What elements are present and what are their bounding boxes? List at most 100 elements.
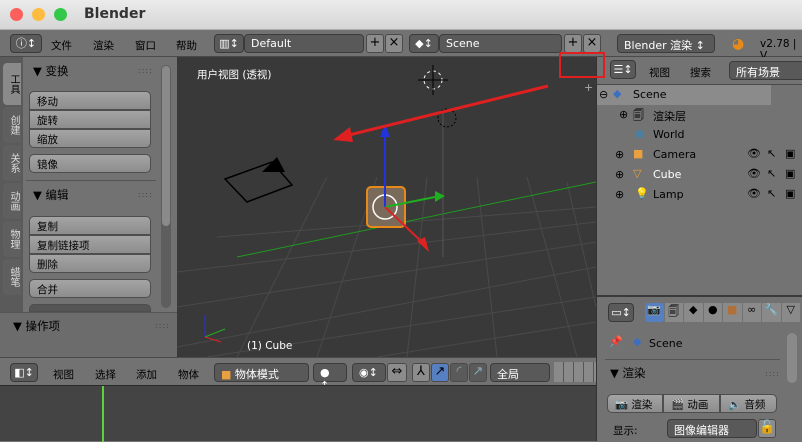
display-mode-select[interactable]: 所有场景 xyxy=(729,61,802,80)
add-scene-button[interactable]: + xyxy=(564,34,582,53)
delete-button[interactable]: 删除 xyxy=(29,254,151,273)
select-cursor-icon[interactable]: ↖ xyxy=(767,187,776,200)
drag-handle-icon[interactable]: :::: xyxy=(138,66,153,75)
tab-physics[interactable]: 物理 xyxy=(3,221,21,257)
render-engine-select[interactable]: Blender 渲染 ↕ xyxy=(617,34,715,53)
select-cursor-icon[interactable]: ↖ xyxy=(767,147,776,160)
lamp-object xyxy=(437,108,457,128)
maximize-window-button[interactable] xyxy=(54,8,67,21)
render-camera-icon[interactable]: ▣ xyxy=(785,147,795,160)
transform-panel-header[interactable]: ▼ 变换 xyxy=(33,63,69,79)
outliner-item-camera[interactable]: ⊕ ■ Camera 👁 ↖ ▣ xyxy=(597,145,802,165)
render-layers-tab-icon[interactable]: 🗐 xyxy=(664,303,683,322)
mirror-button[interactable]: 镜像 xyxy=(29,154,151,173)
drag-handle-icon[interactable]: :::: xyxy=(138,190,153,199)
pivot-select[interactable]: ◉↕ xyxy=(352,363,386,382)
mode-select[interactable]: ■ 物体模式 xyxy=(214,363,309,382)
3d-viewport[interactable]: 用户视图 (透视) (1) Cube + xyxy=(177,57,596,357)
object-label: (1) Cube xyxy=(247,340,293,352)
menu-view[interactable]: 视图 xyxy=(53,367,74,382)
tab-relations[interactable]: 关系 xyxy=(3,145,21,181)
outliner-item-renderlayers[interactable]: ⊕ 🗐 渲染层 xyxy=(597,105,802,125)
visibility-eye-icon[interactable]: 👁 xyxy=(747,187,761,200)
animation-button[interactable]: 🎬 动画 xyxy=(663,394,720,413)
tab-create[interactable]: 创建 xyxy=(3,107,21,143)
constraints-tab-icon[interactable]: ∞ xyxy=(742,303,761,322)
manipulator-scale-icon[interactable]: ↗ xyxy=(469,363,487,382)
scale-button[interactable]: 缩放 xyxy=(29,129,151,148)
display-select[interactable]: 图像编辑器 xyxy=(667,419,757,438)
tool-shelf-scrollbar[interactable] xyxy=(161,65,171,308)
remove-scene-button[interactable]: × xyxy=(583,34,601,53)
outliner-item-world[interactable]: ● World xyxy=(597,125,802,145)
orientation-select[interactable]: 全局 xyxy=(490,363,550,382)
outliner-editor-type-icon[interactable]: ☰↕ xyxy=(610,60,636,79)
scene-field[interactable]: Scene xyxy=(439,34,562,53)
outliner-menu-view[interactable]: 视图 xyxy=(649,65,670,80)
minimize-window-button[interactable] xyxy=(32,8,45,21)
properties-scrollbar[interactable] xyxy=(787,333,797,383)
render-tab-camera-icon[interactable]: 📷 xyxy=(645,303,664,322)
timeline[interactable] xyxy=(0,385,596,442)
manipulator-move-icon[interactable]: ↗ xyxy=(431,363,449,382)
menu-help[interactable]: 帮助 xyxy=(176,38,197,53)
visibility-eye-icon[interactable]: 👁 xyxy=(747,167,761,180)
tab-grease-pencil[interactable]: 蜡笔 xyxy=(3,259,21,295)
outliner-item-lamp[interactable]: ⊕ 💡 Lamp 👁 ↖ ▣ xyxy=(597,185,802,205)
rotate-button[interactable]: 旋转 xyxy=(29,110,151,129)
select-cursor-icon[interactable]: ↖ xyxy=(767,167,776,180)
scene-icon[interactable]: ◆↕ xyxy=(409,34,439,53)
menu-select[interactable]: 选择 xyxy=(95,367,116,382)
render-camera-icon[interactable]: ▣ xyxy=(785,187,795,200)
render-camera-icon[interactable]: ▣ xyxy=(785,167,795,180)
manipulator-translate-icon[interactable]: ⅄ xyxy=(412,363,430,382)
outliner-menu-search[interactable]: 搜索 xyxy=(690,65,711,80)
manipulator-toggle[interactable]: ⇔ xyxy=(387,363,407,382)
visibility-eye-icon[interactable]: 👁 xyxy=(747,147,761,160)
menu-render[interactable]: 渲染 xyxy=(93,38,114,53)
move-button[interactable]: 移动 xyxy=(29,91,151,110)
current-frame-cursor[interactable] xyxy=(102,386,104,442)
edit-panel-header[interactable]: ▼ 编辑 xyxy=(33,187,69,203)
operator-panel-header: ▼ 操作项 xyxy=(13,319,60,333)
editor-type-icon[interactable]: ◧↕ xyxy=(10,363,38,382)
drag-handle-icon[interactable]: :::: xyxy=(155,321,170,330)
remove-layout-button[interactable]: × xyxy=(385,34,403,53)
object-tab-icon[interactable]: ■ xyxy=(723,303,742,322)
tab-animation[interactable]: 动画 xyxy=(3,183,21,219)
item-label: Lamp xyxy=(653,188,684,201)
add-layout-button[interactable]: + xyxy=(366,34,384,53)
shading-select[interactable]: ● ↕ xyxy=(313,363,347,392)
close-window-button[interactable] xyxy=(10,8,23,21)
world-tab-icon[interactable]: ● xyxy=(703,303,722,322)
x-axis-line xyxy=(236,181,596,258)
outliner-item-cube[interactable]: ⊕ ▽ Cube 👁 ↖ ▣ xyxy=(597,165,802,185)
render-button[interactable]: 📷 渲染 xyxy=(607,394,663,413)
render-panel-header[interactable]: ▼ 渲染 xyxy=(610,365,646,381)
duplicate-button[interactable]: 复制 xyxy=(29,216,151,235)
properties-editor-type-icon[interactable]: ▭↕ xyxy=(608,303,634,322)
menu-add[interactable]: 添加 xyxy=(136,367,157,382)
join-button[interactable]: 合并 xyxy=(29,279,151,298)
set-origin-select[interactable] xyxy=(29,304,151,312)
menu-window[interactable]: 窗口 xyxy=(135,38,156,53)
scene-tab-icon[interactable]: ◆ xyxy=(684,303,703,322)
audio-button[interactable]: 🔈 音频 xyxy=(720,394,777,413)
viewport-properties-toggle[interactable]: + xyxy=(584,81,593,94)
operator-panel[interactable]: ▼ 操作项 :::: xyxy=(0,312,177,357)
manipulator-rotate-icon[interactable]: ◜ xyxy=(450,363,468,382)
pin-icon[interactable]: 📌 xyxy=(609,335,623,348)
layout-field[interactable]: Default xyxy=(244,34,364,53)
menu-file[interactable]: 文件 xyxy=(51,38,72,53)
info-editor-type-icon[interactable]: ⓘ↕ xyxy=(10,34,42,53)
lock-interface-button[interactable]: 🔓 xyxy=(758,419,776,438)
drag-handle-icon[interactable]: :::: xyxy=(765,369,780,378)
duplicate-linked-button[interactable]: 复制链接项 xyxy=(29,235,151,254)
layer-buttons[interactable] xyxy=(554,362,596,382)
data-tab-icon[interactable]: ▽ xyxy=(781,303,800,322)
tab-tools[interactable]: 工具 xyxy=(3,63,21,105)
outliner-item-scene[interactable]: ⊖ ◆ Scene xyxy=(597,85,771,105)
modifiers-tab-icon[interactable]: 🔧 xyxy=(762,303,781,322)
menu-object[interactable]: 物体 xyxy=(178,367,199,382)
layout-icon[interactable]: ▥↕ xyxy=(214,34,244,53)
